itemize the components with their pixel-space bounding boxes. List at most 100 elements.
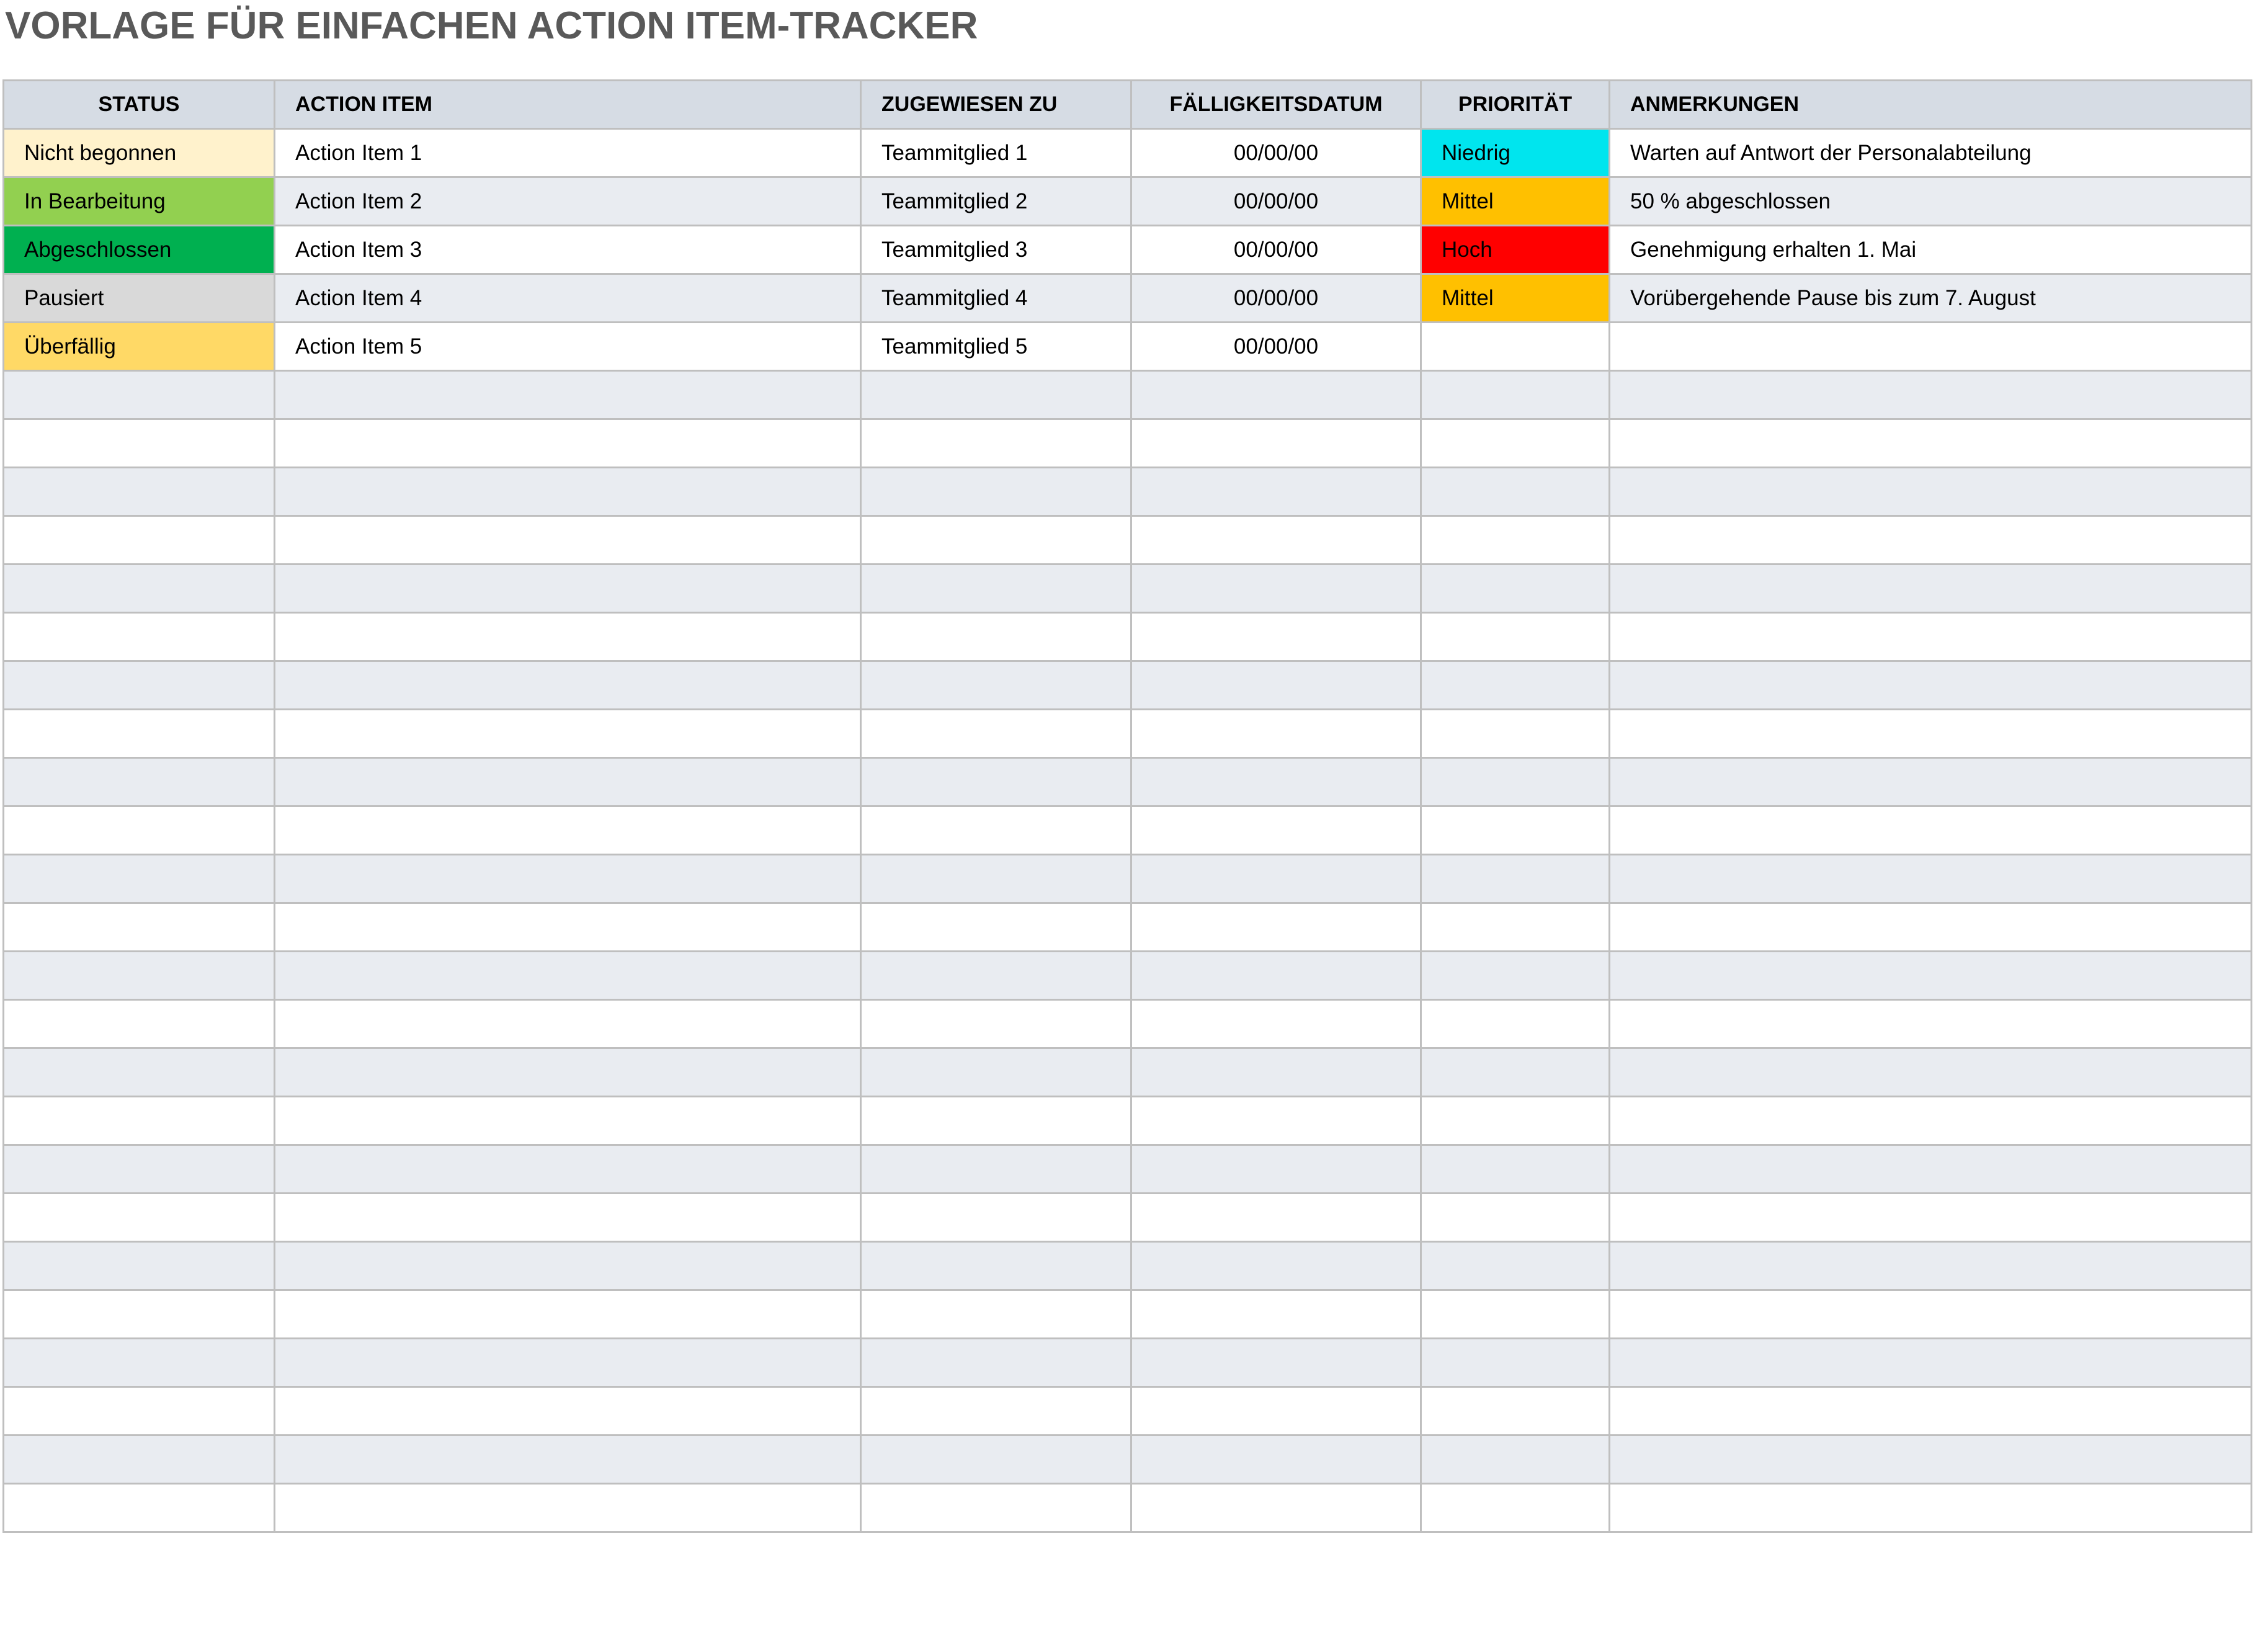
assignee-cell[interactable] [860,1096,1132,1146]
assignee-cell[interactable]: Teammitglied 1 [860,128,1132,178]
notes-cell[interactable] [1608,515,2252,565]
action-item-cell[interactable] [274,467,862,517]
notes-cell[interactable] [1608,660,2252,710]
action-item-cell[interactable] [274,1483,862,1533]
notes-cell[interactable]: Vorübergehende Pause bis zum 7. August [1608,273,2252,323]
assignee-cell[interactable] [860,612,1132,662]
status-cell[interactable] [2,902,275,952]
notes-cell[interactable] [1608,1483,2252,1533]
assignee-cell[interactable] [860,1483,1132,1533]
status-cell[interactable] [2,1241,275,1291]
action-item-cell[interactable]: Action Item 5 [274,321,862,372]
priority-cell[interactable] [1420,321,1610,372]
notes-cell[interactable] [1608,1144,2252,1194]
action-item-cell[interactable]: Action Item 4 [274,273,862,323]
status-cell[interactable] [2,1047,275,1097]
action-item-cell[interactable] [274,708,862,759]
due-date-cell[interactable]: 00/00/00 [1130,321,1422,372]
assignee-cell[interactable] [860,370,1132,420]
status-cell[interactable]: Nicht begonnen [2,128,275,178]
assignee-cell[interactable] [860,1047,1132,1097]
status-cell[interactable] [2,1386,275,1436]
assignee-cell[interactable] [860,1289,1132,1339]
priority-cell[interactable]: Niedrig [1420,128,1610,178]
action-item-cell[interactable] [274,805,862,855]
due-date-cell[interactable] [1130,854,1422,904]
priority-cell[interactable] [1420,1047,1610,1097]
assignee-cell[interactable] [860,854,1132,904]
priority-cell[interactable] [1420,805,1610,855]
notes-cell[interactable] [1608,321,2252,372]
notes-cell[interactable] [1608,1337,2252,1388]
due-date-cell[interactable] [1130,1289,1422,1339]
due-date-cell[interactable] [1130,805,1422,855]
action-item-cell[interactable] [274,563,862,614]
action-item-cell[interactable] [274,1289,862,1339]
assignee-cell[interactable] [860,805,1132,855]
assignee-cell[interactable] [860,563,1132,614]
assignee-cell[interactable] [860,1337,1132,1388]
priority-cell[interactable] [1420,612,1610,662]
priority-cell[interactable] [1420,1144,1610,1194]
notes-cell[interactable] [1608,950,2252,1001]
status-cell[interactable] [2,418,275,468]
priority-cell[interactable] [1420,1434,1610,1485]
action-item-cell[interactable] [274,757,862,807]
assignee-cell[interactable] [860,1386,1132,1436]
due-date-cell[interactable] [1130,757,1422,807]
notes-cell[interactable]: Warten auf Antwort der Personalabteilung [1608,128,2252,178]
status-cell[interactable] [2,854,275,904]
due-date-cell[interactable]: 00/00/00 [1130,176,1422,226]
priority-cell[interactable] [1420,370,1610,420]
action-item-cell[interactable] [274,1192,862,1243]
due-date-cell[interactable] [1130,1047,1422,1097]
due-date-cell[interactable] [1130,1144,1422,1194]
priority-cell[interactable] [1420,418,1610,468]
priority-cell[interactable] [1420,1289,1610,1339]
due-date-cell[interactable] [1130,708,1422,759]
assignee-cell[interactable] [860,467,1132,517]
notes-cell[interactable] [1608,1047,2252,1097]
priority-cell[interactable] [1420,999,1610,1049]
notes-cell[interactable] [1608,902,2252,952]
priority-cell[interactable] [1420,1337,1610,1388]
status-cell[interactable] [2,1337,275,1388]
priority-cell[interactable] [1420,708,1610,759]
due-date-cell[interactable] [1130,370,1422,420]
notes-cell[interactable] [1608,1096,2252,1146]
status-cell[interactable] [2,467,275,517]
notes-cell[interactable] [1608,612,2252,662]
action-item-cell[interactable] [274,1241,862,1291]
assignee-cell[interactable] [860,1192,1132,1243]
header-status[interactable]: STATUS [2,79,275,130]
due-date-cell[interactable] [1130,612,1422,662]
assignee-cell[interactable]: Teammitglied 5 [860,321,1132,372]
priority-cell[interactable] [1420,1386,1610,1436]
action-item-cell[interactable] [274,1337,862,1388]
priority-cell[interactable] [1420,950,1610,1001]
notes-cell[interactable] [1608,708,2252,759]
priority-cell[interactable] [1420,902,1610,952]
notes-cell[interactable] [1608,563,2252,614]
due-date-cell[interactable]: 00/00/00 [1130,273,1422,323]
due-date-cell[interactable]: 00/00/00 [1130,128,1422,178]
priority-cell[interactable] [1420,660,1610,710]
action-item-cell[interactable] [274,418,862,468]
notes-cell[interactable] [1608,1289,2252,1339]
action-item-cell[interactable] [274,999,862,1049]
assignee-cell[interactable] [860,1144,1132,1194]
status-cell[interactable] [2,563,275,614]
due-date-cell[interactable] [1130,1192,1422,1243]
notes-cell[interactable]: 50 % abgeschlossen [1608,176,2252,226]
status-cell[interactable] [2,515,275,565]
notes-cell[interactable] [1608,370,2252,420]
status-cell[interactable] [2,1144,275,1194]
notes-cell[interactable] [1608,418,2252,468]
status-cell[interactable] [2,999,275,1049]
status-cell[interactable] [2,1483,275,1533]
assignee-cell[interactable] [860,902,1132,952]
due-date-cell[interactable]: 00/00/00 [1130,225,1422,275]
action-item-cell[interactable] [274,854,862,904]
assignee-cell[interactable] [860,1434,1132,1485]
action-item-cell[interactable]: Action Item 3 [274,225,862,275]
